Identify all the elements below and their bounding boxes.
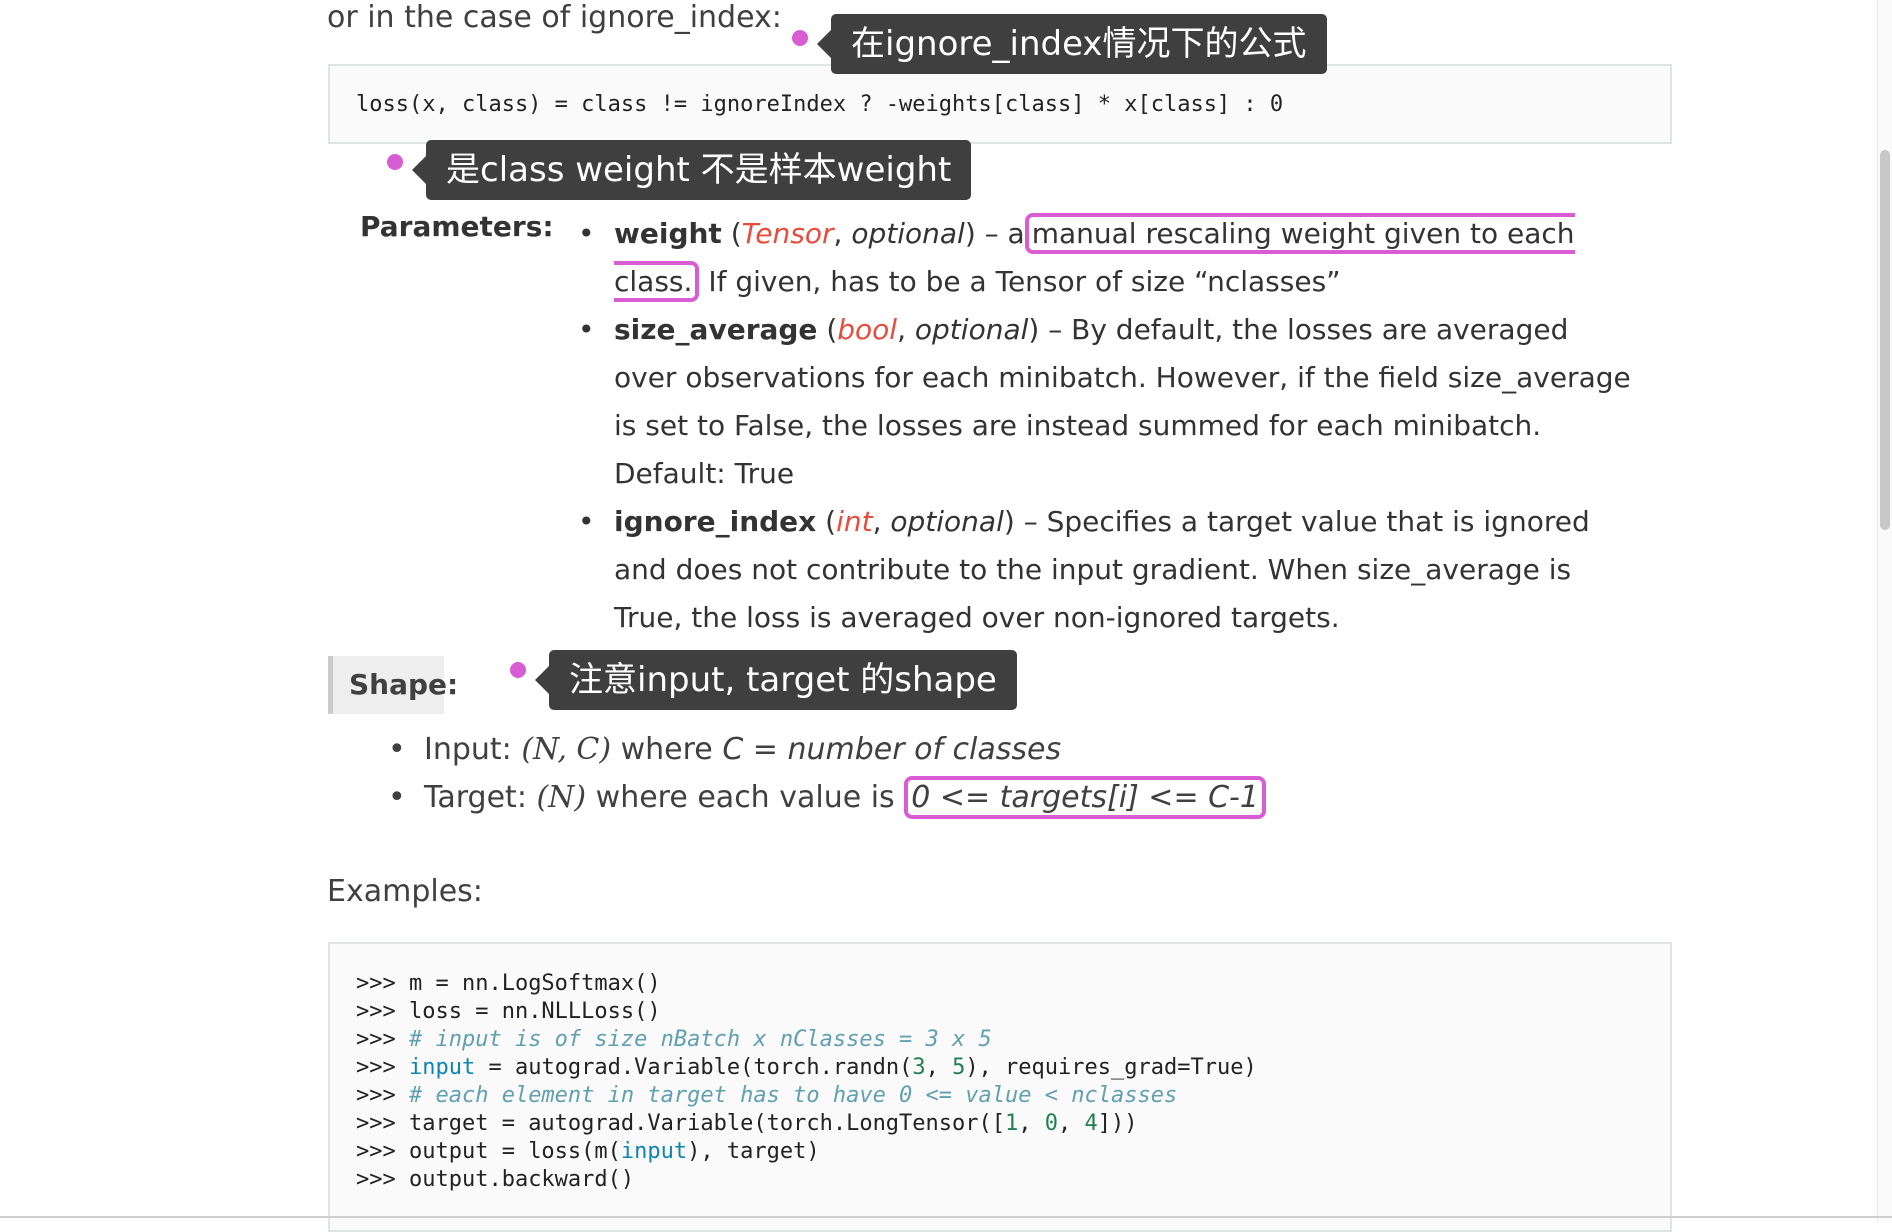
shape-input-math: (N, C) [521,732,612,767]
annotation-tag-formula[interactable]: 在ignore_index情况下的公式 [817,14,1327,74]
annotation-dot[interactable] [510,662,526,678]
shape-input-eq: = [743,732,788,767]
examples-code-block: >>> m = nn.LogSoftmax() >>> loss = nn.NL… [328,942,1672,1232]
formula-block: loss(x, class) = class != ignoreIndex ? … [328,64,1672,144]
scrollbar-thumb[interactable] [1880,150,1890,530]
shape-input-mid: where [611,732,723,767]
parameters-label: Parameters: [360,210,554,243]
param-type-link[interactable]: int [836,505,873,538]
divider [0,1216,1892,1218]
param-ignore-index: ignore_index (int, optional) – Specifies… [578,498,1638,642]
param-desc: If given, has to be a Tensor of size “nc… [699,265,1341,298]
shape-input-var: C [722,732,744,767]
param-optional: optional [851,217,965,250]
code-line: >>> loss = nn.NLLLoss() [356,999,661,1024]
shape-list: Input: (N, C) where C = number of classe… [388,726,1266,822]
code-line: >>> m = nn.LogSoftmax() [356,971,661,996]
param-dash: – a [984,217,1025,250]
code-line: >>> # input is of size nBatch x nClasses… [356,1027,992,1052]
annotation-dot[interactable] [387,154,403,170]
shape-target-mid: where each value is [586,780,905,815]
examples-heading: Examples: [327,874,483,909]
param-optional: optional [914,313,1029,346]
param-weight: weight (Tensor, optional) – amanual resc… [578,210,1638,306]
shape-input-desc: number of classes [787,732,1062,767]
parameters-list: weight (Tensor, optional) – amanual resc… [578,210,1638,642]
shape-input: Input: (N, C) where C = number of classe… [388,726,1266,774]
param-name: ignore_index [614,505,817,538]
intro-text: or in the case of ignore_index: [327,0,782,35]
code-line: >>> # each element in target has to have… [356,1083,1178,1108]
shape-label: Shape: [328,656,458,714]
annotation-dot[interactable] [792,30,808,46]
code-line: >>> target = autograd.Variable(torch.Lon… [356,1111,1138,1136]
code-line: >>> output = loss(m(input), target) [356,1139,820,1164]
annotation-tag-weight[interactable]: 是class weight 不是样本weight [411,140,972,200]
annotation-tag-shape[interactable]: 注意input, target 的shape [535,650,1017,710]
shape-target: Target: (N) where each value is 0 <= tar… [388,774,1266,822]
code-line: >>> output.backward() [356,1167,635,1192]
param-name: size_average [614,313,818,346]
highlight-box-target: 0 <= targets[i] <= C-1 [904,776,1266,819]
shape-input-prefix: Input: [424,732,522,767]
shape-target-prefix: Target: [424,780,537,815]
code-line: >>> input = autograd.Variable(torch.rand… [356,1055,1257,1080]
param-type-link[interactable]: Tensor [742,217,834,250]
param-name: weight [614,217,722,250]
param-optional: optional [890,505,1004,538]
param-type-link[interactable]: bool [837,313,897,346]
shape-target-math: (N) [536,780,587,815]
param-size-average: size_average (bool, optional) – By defau… [578,306,1638,498]
